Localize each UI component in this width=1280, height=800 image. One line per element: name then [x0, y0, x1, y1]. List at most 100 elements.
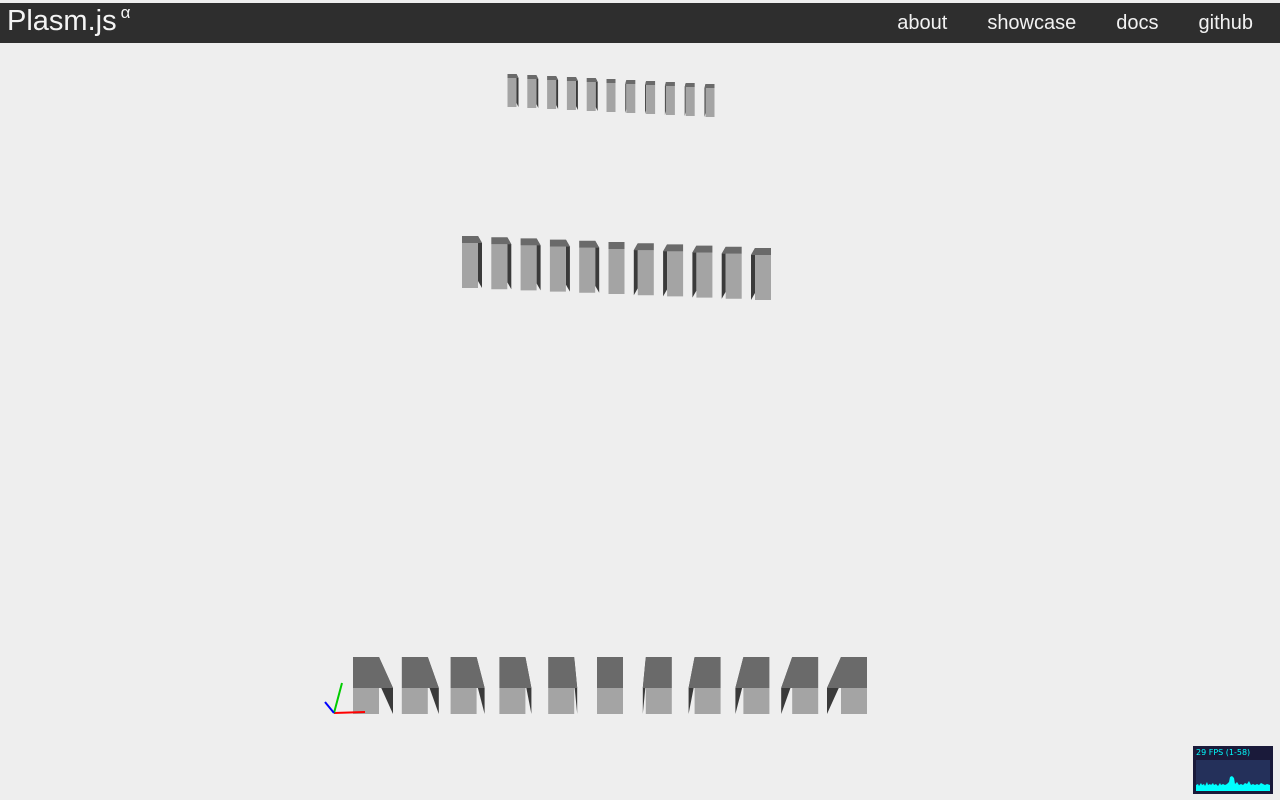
3d-viewport-canvas[interactable] — [0, 43, 1280, 800]
box-front-face — [586, 82, 596, 111]
box-front-face — [499, 688, 526, 714]
box-front-face — [755, 255, 771, 300]
bottom-row — [353, 657, 867, 714]
box-front-face — [792, 688, 819, 714]
box-front-face — [694, 688, 721, 714]
box-front-face — [520, 245, 537, 291]
box-side-face — [536, 75, 539, 108]
box-top-face — [827, 657, 867, 688]
box-front-face — [549, 246, 566, 292]
bottom-row-box — [450, 657, 485, 714]
box-top-face — [721, 246, 742, 254]
box-top-face — [735, 657, 770, 688]
box-front-face — [841, 688, 867, 714]
box-side-face — [575, 77, 578, 110]
box-top-face — [353, 657, 393, 688]
box-front-face — [705, 88, 715, 117]
box-front-face — [401, 688, 428, 714]
y-axis — [333, 682, 343, 714]
top-row-box — [527, 75, 539, 108]
box-top-face — [704, 84, 715, 88]
box-front-face — [491, 244, 508, 290]
box-front-face — [665, 86, 675, 115]
3d-scene[interactable] — [0, 43, 1280, 800]
box-front-face — [462, 243, 478, 288]
box-front-face — [626, 84, 636, 113]
fps-readout: 29 FPS (1-58) — [1196, 748, 1251, 757]
bottom-row-box — [781, 657, 819, 714]
box-top-face — [645, 81, 656, 85]
middle-row-box — [520, 238, 541, 291]
box-top-face — [597, 657, 623, 688]
middle-row-box — [751, 248, 771, 300]
top-row-box — [547, 76, 559, 109]
box-side-face — [625, 80, 627, 113]
box-front-face — [743, 688, 770, 714]
box-side-face — [692, 245, 697, 298]
box-front-face — [548, 688, 575, 714]
box-front-face — [547, 80, 557, 109]
box-side-face — [478, 236, 482, 288]
box-front-face — [507, 78, 517, 107]
box-top-face — [751, 248, 771, 255]
box-side-face — [556, 76, 559, 109]
bottom-row-box — [499, 657, 532, 714]
top-row — [507, 74, 715, 117]
fps-stats-panel[interactable]: 29 FPS (1-58) — [1193, 746, 1273, 794]
app-window: Plasm.js α about showcase docs github 29 … — [0, 0, 1280, 800]
top-row-box — [507, 74, 519, 107]
box-top-face — [547, 76, 559, 80]
box-front-face — [667, 251, 684, 297]
box-front-face — [566, 81, 576, 110]
top-row-box — [586, 78, 598, 111]
box-front-face — [645, 688, 672, 714]
box-side-face — [751, 248, 755, 300]
bottom-row-box — [827, 657, 867, 714]
middle-row-box — [462, 236, 482, 288]
box-front-face — [450, 688, 477, 714]
box-top-face — [692, 245, 713, 253]
fps-graph — [1196, 760, 1270, 791]
box-top-face — [633, 243, 654, 251]
box-side-face — [595, 240, 600, 293]
box-side-face — [516, 74, 519, 107]
brand-name[interactable]: Plasm.js — [7, 5, 117, 37]
box-top-face — [606, 79, 616, 83]
box-top-face — [401, 657, 439, 688]
box-top-face — [566, 77, 578, 81]
top-row-box — [566, 77, 578, 110]
box-top-face — [499, 657, 532, 688]
bottom-row-box — [401, 657, 439, 714]
box-top-face — [781, 657, 819, 688]
nav-showcase-link[interactable]: showcase — [987, 4, 1076, 42]
box-side-face — [663, 244, 668, 297]
box-front-face — [579, 247, 596, 293]
top-row-box — [645, 81, 656, 114]
box-top-face — [684, 83, 695, 87]
box-front-face — [353, 688, 379, 714]
nav-about-link[interactable]: about — [897, 4, 947, 42]
box-top-face — [450, 657, 485, 688]
box-side-face — [721, 246, 726, 299]
middle-row-box — [633, 243, 654, 296]
bottom-row-box — [688, 657, 721, 714]
box-front-face — [606, 83, 616, 112]
middle-row — [462, 236, 771, 300]
middle-row-box — [721, 246, 742, 299]
box-top-face — [579, 240, 600, 248]
box-front-face — [685, 87, 695, 116]
z-axis — [324, 701, 335, 714]
brand-logo[interactable]: Plasm.js α — [7, 3, 130, 43]
box-top-face — [642, 657, 672, 688]
box-top-face — [586, 78, 598, 82]
top-navbar: Plasm.js α about showcase docs github — [0, 3, 1280, 43]
box-side-face — [565, 239, 570, 292]
nav-github-link[interactable]: github — [1199, 4, 1254, 42]
box-top-face — [608, 242, 625, 249]
box-top-face — [688, 657, 721, 688]
box-side-face — [633, 243, 638, 296]
box-top-face — [549, 239, 570, 247]
bottom-row-box — [642, 657, 672, 714]
box-side-face — [645, 81, 647, 114]
nav-docs-link[interactable]: docs — [1116, 4, 1158, 42]
